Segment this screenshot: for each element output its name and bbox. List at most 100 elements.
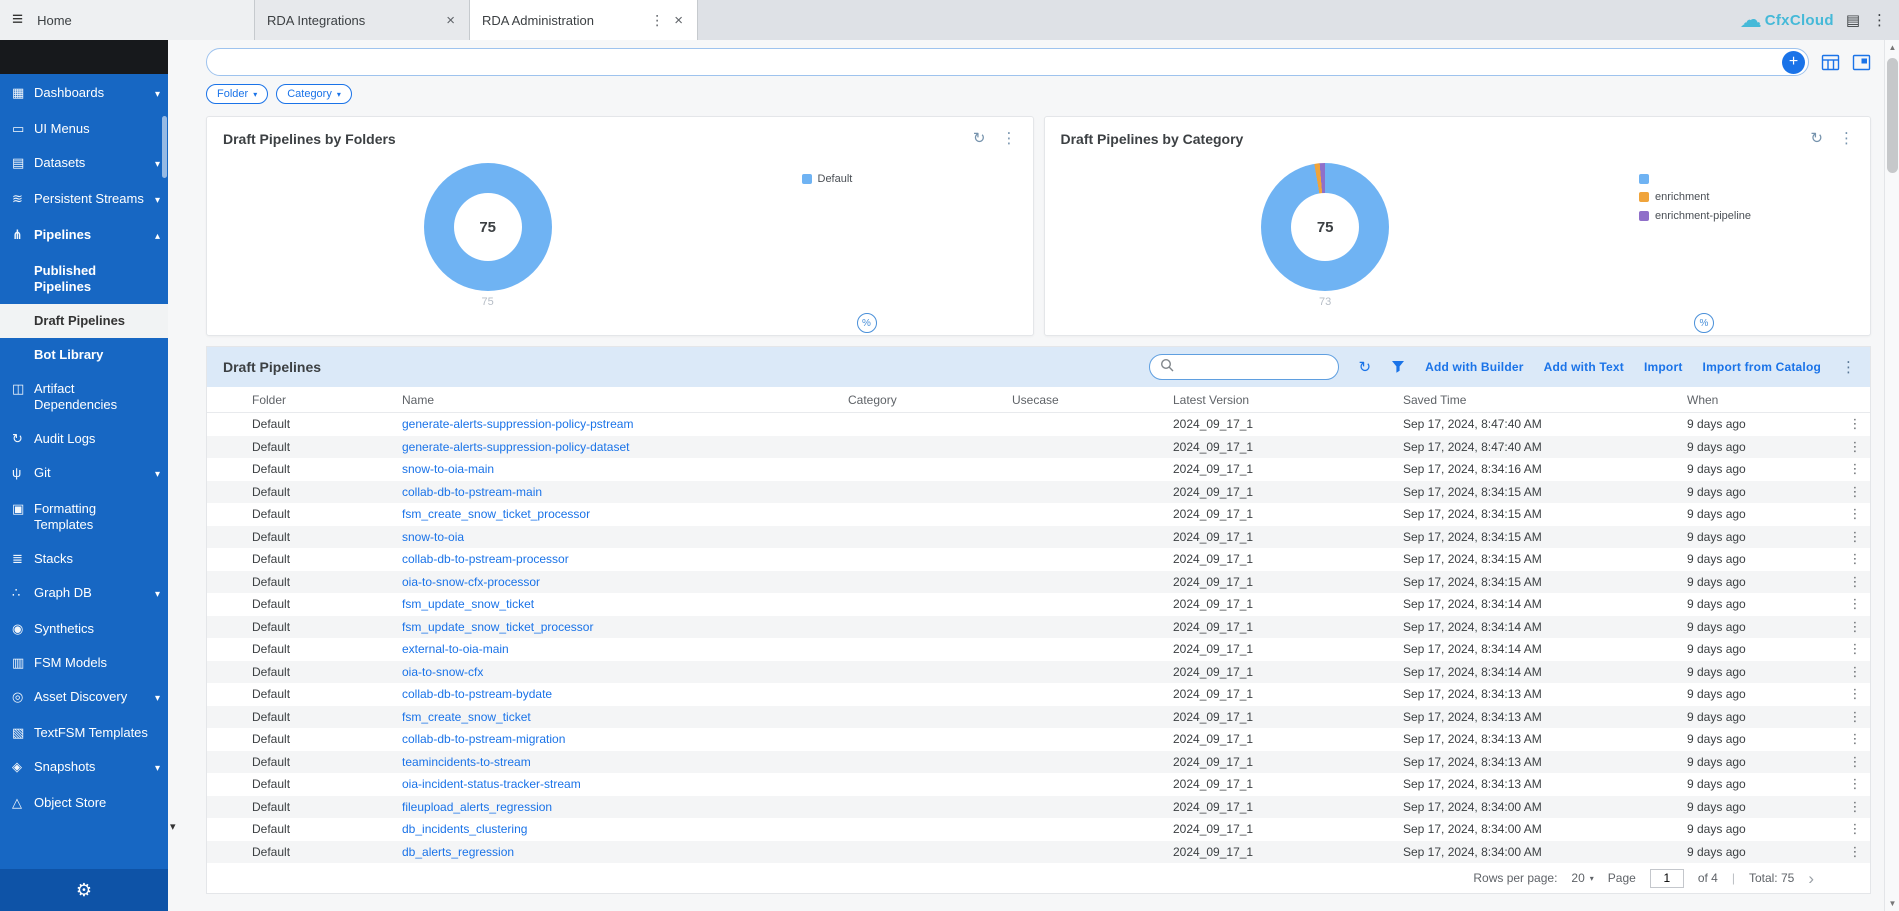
- row-actions-kebab-icon[interactable]: ⋮: [1849, 439, 1862, 454]
- donut-chart-category[interactable]: 75: [1261, 163, 1389, 291]
- kebab-icon[interactable]: ⋮: [1002, 129, 1017, 147]
- row-actions-kebab-icon[interactable]: ⋮: [1849, 821, 1862, 836]
- table-kebab-icon[interactable]: ⋮: [1841, 358, 1856, 376]
- sidebar-item-graph-db[interactable]: ∴ Graph DB ▾: [0, 576, 168, 612]
- pipeline-link[interactable]: collab-db-to-pstream-bydate: [402, 687, 848, 701]
- sidebar-item-stacks[interactable]: ≣ Stacks: [0, 542, 168, 576]
- kebab-icon[interactable]: ⋮: [1872, 11, 1887, 29]
- sidebar-item-draft-pipelines[interactable]: Draft Pipelines: [0, 304, 168, 338]
- hamburger-menu-icon[interactable]: ≡: [12, 9, 23, 31]
- tab-home[interactable]: ≡ Home: [0, 0, 255, 40]
- action-import[interactable]: Import: [1644, 360, 1683, 374]
- pipeline-link[interactable]: collab-db-to-pstream-processor: [402, 552, 848, 566]
- sidebar-item-textfsm-templates[interactable]: ▧ TextFSM Templates: [0, 716, 168, 750]
- row-actions-kebab-icon[interactable]: ⋮: [1849, 529, 1862, 544]
- pipeline-link[interactable]: oia-to-snow-cfx-processor: [402, 575, 848, 589]
- row-actions-kebab-icon[interactable]: ⋮: [1849, 596, 1862, 611]
- legend-item[interactable]: Default: [802, 173, 997, 185]
- donut-chart-folders[interactable]: 75: [424, 163, 552, 291]
- pipeline-link[interactable]: fsm_update_snow_ticket_processor: [402, 620, 848, 634]
- row-actions-kebab-icon[interactable]: ⋮: [1849, 664, 1862, 679]
- sidebar-item-snapshots[interactable]: ◈ Snapshots ▾: [0, 750, 168, 786]
- sidebar-scrollbar-thumb[interactable]: [162, 116, 167, 178]
- row-actions-kebab-icon[interactable]: ⋮: [1849, 641, 1862, 656]
- global-search-input[interactable]: [207, 55, 1808, 70]
- tab-kebab-icon[interactable]: ⋮: [650, 12, 664, 29]
- tab-rda-administration[interactable]: RDA Administration ⋮ ×: [470, 0, 698, 40]
- sidebar-item-dashboards[interactable]: ▦ Dashboards ▾: [0, 76, 168, 112]
- filter-icon[interactable]: [1391, 360, 1405, 374]
- action-add-with-text[interactable]: Add with Text: [1544, 360, 1624, 374]
- main-scrollbar[interactable]: ▲ ▼: [1884, 40, 1899, 911]
- pipeline-link[interactable]: fsm_create_snow_ticket: [402, 710, 848, 724]
- filter-chip-folder[interactable]: Folder ▾: [206, 84, 268, 104]
- grid-view-icon[interactable]: [1821, 53, 1840, 72]
- pipeline-link[interactable]: fileupload_alerts_regression: [402, 800, 848, 814]
- row-actions-kebab-icon[interactable]: ⋮: [1849, 574, 1862, 589]
- legend-item[interactable]: enrichment-pipeline: [1639, 210, 1834, 222]
- sidebar-item-published-pipelines[interactable]: Published Pipelines: [0, 254, 168, 304]
- refresh-icon[interactable]: ↻: [1359, 358, 1372, 376]
- sidebar-item-asset-discovery[interactable]: ◎ Asset Discovery ▾: [0, 680, 168, 716]
- row-actions-kebab-icon[interactable]: ⋮: [1849, 731, 1862, 746]
- panel-layout-icon[interactable]: [1852, 53, 1871, 72]
- pipeline-link[interactable]: teamincidents-to-stream: [402, 755, 848, 769]
- sidebar-item-persistent-streams[interactable]: ≋ Persistent Streams ▾: [0, 182, 168, 218]
- pipeline-link[interactable]: collab-db-to-pstream-main: [402, 485, 848, 499]
- refresh-icon[interactable]: ↻: [1810, 129, 1823, 147]
- row-actions-kebab-icon[interactable]: ⋮: [1849, 619, 1862, 634]
- sidebar-item-artifact-dependencies[interactable]: ◫ Artifact Dependencies: [0, 372, 168, 422]
- row-actions-kebab-icon[interactable]: ⋮: [1849, 754, 1862, 769]
- kebab-icon[interactable]: ⋮: [1839, 129, 1854, 147]
- action-add-with-builder[interactable]: Add with Builder: [1425, 360, 1524, 374]
- sidebar-item-object-store[interactable]: △ Object Store: [0, 786, 168, 820]
- sidebar-item-bot-library[interactable]: Bot Library: [0, 338, 168, 372]
- pipeline-link[interactable]: snow-to-oia: [402, 530, 848, 544]
- sidebar-item-formatting-templates[interactable]: ▣ Formatting Templates: [0, 492, 168, 542]
- page-number-input[interactable]: [1650, 869, 1684, 888]
- scroll-up-icon[interactable]: ▲: [1885, 43, 1899, 52]
- close-icon[interactable]: ×: [444, 12, 457, 29]
- row-actions-kebab-icon[interactable]: ⋮: [1849, 461, 1862, 476]
- pipeline-link[interactable]: snow-to-oia-main: [402, 462, 848, 476]
- sidebar-item-pipelines[interactable]: ⋔ Pipelines ▴: [0, 218, 168, 254]
- percent-toggle-icon[interactable]: %: [857, 313, 877, 333]
- row-actions-kebab-icon[interactable]: ⋮: [1849, 506, 1862, 521]
- pipeline-link[interactable]: generate-alerts-suppression-policy-datas…: [402, 440, 848, 454]
- row-actions-kebab-icon[interactable]: ⋮: [1849, 416, 1862, 431]
- refresh-icon[interactable]: ↻: [973, 129, 986, 147]
- pipeline-link[interactable]: fsm_update_snow_ticket: [402, 597, 848, 611]
- row-actions-kebab-icon[interactable]: ⋮: [1849, 709, 1862, 724]
- row-actions-kebab-icon[interactable]: ⋮: [1849, 799, 1862, 814]
- next-page-icon[interactable]: ›: [1808, 870, 1814, 887]
- tab-rda-integrations[interactable]: RDA Integrations ×: [255, 0, 470, 40]
- filter-chip-category[interactable]: Category ▾: [276, 84, 352, 104]
- row-actions-kebab-icon[interactable]: ⋮: [1849, 686, 1862, 701]
- action-import-from-catalog[interactable]: Import from Catalog: [1703, 360, 1821, 374]
- pipeline-link[interactable]: oia-to-snow-cfx: [402, 665, 848, 679]
- sidebar-item-git[interactable]: ψ Git ▾: [0, 456, 168, 492]
- rows-per-page-select[interactable]: 20 ▾: [1571, 871, 1593, 885]
- add-icon[interactable]: +: [1782, 51, 1805, 74]
- sidebar-item-datasets[interactable]: ▤ Datasets ▾: [0, 146, 168, 182]
- sidebar-item-synthetics[interactable]: ◉ Synthetics: [0, 612, 168, 646]
- pipeline-link[interactable]: external-to-oia-main: [402, 642, 848, 656]
- sidebar-item-fsm-models[interactable]: ▥ FSM Models: [0, 646, 168, 680]
- scroll-down-icon[interactable]: ▼: [1885, 899, 1899, 908]
- pipeline-link[interactable]: generate-alerts-suppression-policy-pstre…: [402, 417, 848, 431]
- gear-icon[interactable]: ⚙: [76, 880, 92, 901]
- pipeline-link[interactable]: oia-incident-status-tracker-stream: [402, 777, 848, 791]
- sidebar-item-audit-logs[interactable]: ↻ Audit Logs: [0, 422, 168, 456]
- pipeline-link[interactable]: fsm_create_snow_ticket_processor: [402, 507, 848, 521]
- row-actions-kebab-icon[interactable]: ⋮: [1849, 551, 1862, 566]
- percent-toggle-icon[interactable]: %: [1694, 313, 1714, 333]
- pipeline-link[interactable]: db_incidents_clustering: [402, 822, 848, 836]
- legend-item[interactable]: [1639, 173, 1834, 184]
- scrollbar-thumb[interactable]: [1887, 58, 1898, 173]
- legend-item[interactable]: enrichment: [1639, 191, 1834, 203]
- close-icon[interactable]: ×: [672, 12, 685, 29]
- pipeline-link[interactable]: collab-db-to-pstream-migration: [402, 732, 848, 746]
- row-actions-kebab-icon[interactable]: ⋮: [1849, 844, 1862, 859]
- pipeline-link[interactable]: db_alerts_regression: [402, 845, 848, 859]
- row-actions-kebab-icon[interactable]: ⋮: [1849, 776, 1862, 791]
